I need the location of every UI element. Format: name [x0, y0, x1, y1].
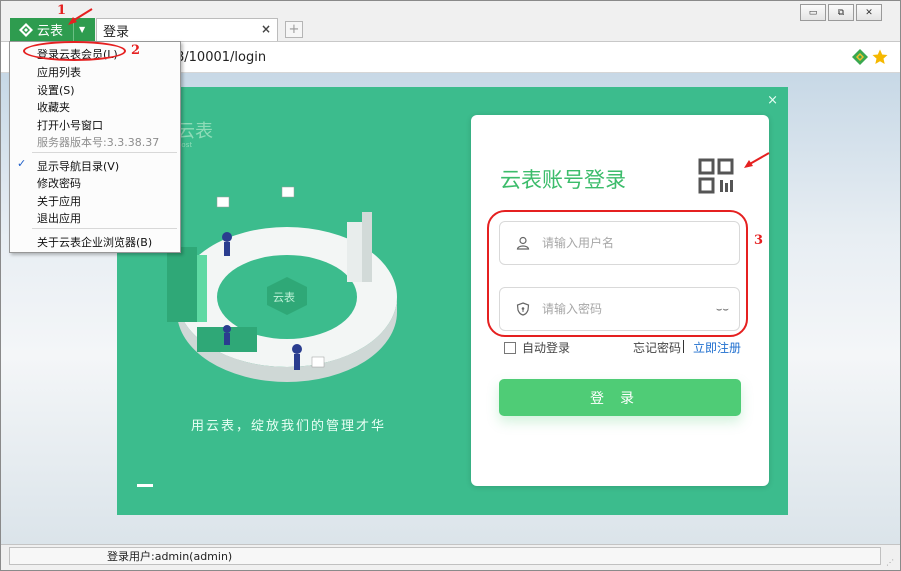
- cloud-table-logo-icon: [19, 22, 33, 37]
- menu-item-app-list[interactable]: 应用列表: [37, 64, 81, 80]
- close-button[interactable]: ✕: [856, 4, 882, 21]
- auto-login-checkbox[interactable]: 自动登录: [504, 339, 570, 356]
- menu-item-favorites[interactable]: 收藏夹: [37, 99, 70, 115]
- browser-window: 云表 ▼ 登录 × + ▭ ⧉ ✕ 8/10001/login × 云表 hos…: [0, 0, 901, 571]
- svg-text:云表: 云表: [273, 290, 295, 304]
- menu-separator: [32, 152, 177, 153]
- checkbox-box[interactable]: [504, 341, 516, 354]
- tab-login[interactable]: 登录 ×: [96, 18, 278, 41]
- app-menu-label: 云表: [37, 24, 64, 39]
- checkmark-icon: ✓: [17, 157, 27, 170]
- annotation-number-3: 3: [754, 233, 764, 248]
- menu-separator: [32, 228, 177, 229]
- carousel-indicator[interactable]: [137, 484, 153, 487]
- menu-item-settings[interactable]: 设置(S): [37, 82, 75, 98]
- menu-item-exit-app[interactable]: 退出应用: [37, 210, 81, 226]
- restore-button[interactable]: ⧉: [828, 4, 854, 21]
- menu-item-open-small-window[interactable]: 打开小号窗口: [37, 117, 103, 133]
- menu-item-change-password[interactable]: 修改密码: [37, 175, 81, 191]
- menu-item-show-nav[interactable]: 显示导航目录(V): [37, 158, 119, 174]
- diamond-logo-icon[interactable]: [852, 49, 868, 65]
- annotation-arrow-icon: [744, 152, 770, 168]
- hero-tagline: 用云表，绽放我们的管理才华: [191, 419, 387, 434]
- address-icons: [852, 49, 888, 65]
- annotation-box: [487, 210, 748, 337]
- register-link[interactable]: 立即注册: [693, 339, 741, 356]
- menu-item-about-browser[interactable]: 关于云表企业浏览器(B): [37, 234, 152, 250]
- status-user-text: 登录用户:admin(admin): [107, 550, 233, 563]
- link-divider: [683, 340, 684, 353]
- login-button[interactable]: 登录: [499, 379, 741, 416]
- brand-logo-text: 云表: [177, 121, 213, 142]
- tab-close-icon[interactable]: ×: [261, 22, 271, 36]
- minimize-button[interactable]: ▭: [800, 4, 826, 21]
- auto-login-label: 自动登录: [522, 341, 571, 355]
- close-icon[interactable]: ×: [767, 93, 778, 108]
- annotation-ellipse: [23, 41, 126, 61]
- annotation-arrow-icon: [68, 8, 93, 25]
- annotation-number-2: 2: [131, 43, 141, 58]
- tab-strip: 云表 ▼ 登录 × + ▭ ⧉ ✕: [1, 1, 900, 42]
- menu-item-about-app[interactable]: 关于应用: [37, 193, 81, 209]
- url-text[interactable]: 8/10001/login: [176, 50, 266, 65]
- menu-item-server-version: 服务器版本号:3.3.38.37: [37, 136, 160, 149]
- tab-title: 登录: [103, 24, 130, 40]
- new-tab-button[interactable]: +: [285, 21, 303, 38]
- resize-grip-icon[interactable]: ⋰: [886, 558, 894, 567]
- favorite-star-icon[interactable]: [872, 49, 888, 65]
- app-dropdown-menu: 登录云表会员(L) 应用列表 设置(S) 收藏夹 打开小号窗口 服务器版本号:3…: [9, 41, 181, 253]
- status-bar: 登录用户:admin(admin) ⋰: [1, 544, 900, 570]
- window-controls: ▭ ⧉ ✕: [798, 4, 882, 21]
- qr-code-icon[interactable]: [698, 158, 736, 196]
- office-isometric-illustration: 云表: [167, 186, 397, 382]
- forgot-password-link[interactable]: 忘记密码: [633, 339, 681, 356]
- login-title: 云表账号登录: [500, 168, 626, 192]
